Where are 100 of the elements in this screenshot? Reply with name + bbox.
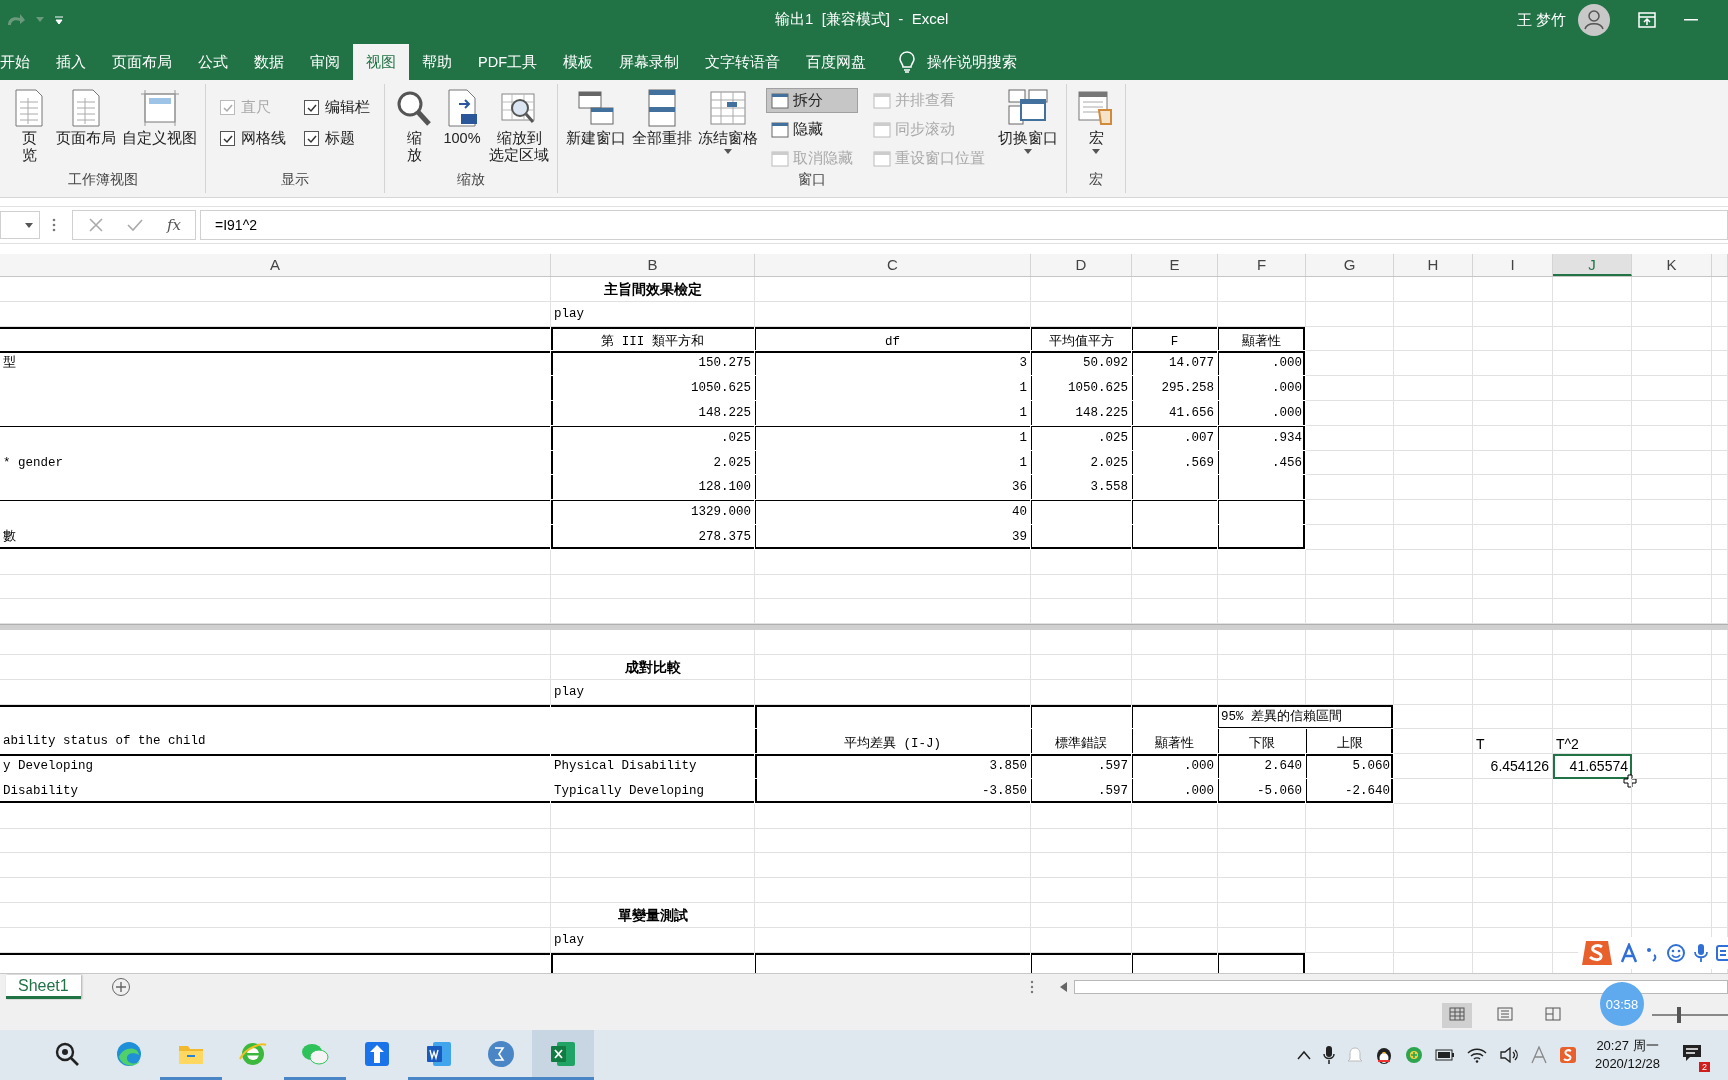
ribbon-button[interactable]: 新建窗口 bbox=[564, 88, 628, 148]
font-icon[interactable] bbox=[1530, 1046, 1547, 1064]
table-cell: 148.225 bbox=[1031, 401, 1132, 426]
ribbon-button[interactable]: 隐藏 bbox=[766, 117, 858, 142]
column-header[interactable]: G bbox=[1306, 254, 1394, 276]
speaker-icon[interactable] bbox=[1498, 1047, 1519, 1063]
ribbon-tab[interactable]: 开始 bbox=[0, 44, 43, 80]
column-header[interactable]: K bbox=[1632, 254, 1712, 276]
column-header[interactable]: E bbox=[1132, 254, 1218, 276]
ribbon-button[interactable]: 页 览 bbox=[6, 88, 52, 165]
checkbox[interactable] bbox=[304, 100, 319, 115]
scroll-left-icon[interactable] bbox=[1060, 982, 1068, 992]
ribbon-display-icon[interactable] bbox=[1638, 12, 1656, 28]
chevron-up-icon[interactable] bbox=[1296, 1050, 1311, 1060]
notification-icon[interactable] bbox=[1682, 1044, 1702, 1062]
table-cell: 2.025 bbox=[551, 450, 755, 476]
check-icon[interactable] bbox=[127, 218, 143, 232]
table-cell: -3.850 bbox=[755, 778, 1031, 804]
ribbon-tab[interactable]: 模板 bbox=[550, 44, 606, 80]
empty-cell bbox=[1712, 828, 1728, 854]
circle-app-icon bbox=[486, 1038, 516, 1069]
checkbox[interactable] bbox=[220, 131, 235, 146]
group-label: 窗口 bbox=[797, 171, 827, 189]
table-cell: 顯著性 bbox=[1218, 326, 1306, 352]
keyboard-icon[interactable] bbox=[1716, 943, 1728, 963]
formula-field[interactable]: =I91^2 bbox=[200, 210, 1728, 240]
table-cell: df bbox=[755, 326, 1031, 352]
font-icon[interactable] bbox=[1620, 943, 1638, 963]
caret-icon bbox=[25, 222, 33, 228]
ribbon-tab[interactable]: 页面布局 bbox=[99, 44, 185, 80]
tell-me-search[interactable]: 操作说明搜索 bbox=[893, 44, 1023, 80]
normal-view-button[interactable] bbox=[1442, 1002, 1472, 1028]
column-header[interactable]: A bbox=[0, 254, 551, 276]
table-cell: 標準錯誤 bbox=[1031, 729, 1132, 755]
ribbon-tab[interactable]: PDF工具 bbox=[465, 44, 550, 80]
column-header[interactable]: D bbox=[1031, 254, 1132, 276]
checkbox-label[interactable]: 编辑栏 bbox=[325, 98, 370, 117]
ribbon-tab[interactable]: 文字转语音 bbox=[692, 44, 793, 80]
add-sheet-icon[interactable] bbox=[110, 977, 131, 997]
ribbon-button[interactable]: 页面布局 bbox=[54, 88, 118, 148]
wifi-icon[interactable] bbox=[1466, 1047, 1487, 1063]
table-cell: .456 bbox=[1218, 450, 1306, 476]
ribbon-button[interactable]: 自定义视图 bbox=[120, 88, 199, 148]
grip-icon[interactable] bbox=[52, 218, 56, 232]
ribbon-button[interactable]: 冻结窗格 bbox=[696, 88, 760, 155]
table-title: 主旨間效果檢定 bbox=[551, 277, 755, 302]
sheet-tab[interactable]: Sheet1 bbox=[6, 975, 81, 999]
empty-cell bbox=[1712, 630, 1728, 655]
s-logo-icon[interactable] bbox=[1558, 1046, 1577, 1064]
ribbon-button[interactable]: 100% bbox=[439, 88, 485, 148]
table-cell: .000 bbox=[1132, 754, 1218, 779]
table-cell: 39 bbox=[755, 524, 1031, 550]
table-cell: 95% 差異的信賴區間 bbox=[1218, 704, 1394, 730]
ribbon-button[interactable]: 宏 bbox=[1073, 88, 1119, 155]
avatar-icon[interactable] bbox=[1578, 4, 1610, 36]
close-icon[interactable] bbox=[89, 218, 103, 232]
checkbox[interactable] bbox=[304, 131, 319, 146]
ribbon-button[interactable]: 全部重排 bbox=[630, 88, 694, 148]
customize-icon[interactable] bbox=[54, 15, 64, 25]
table-cell: 3.850 bbox=[755, 754, 1031, 779]
checkbox-label[interactable]: 网格线 bbox=[241, 129, 286, 148]
table-cell: .597 bbox=[1031, 778, 1132, 804]
page-break-icon bbox=[1545, 1006, 1561, 1021]
column-header[interactable]: C bbox=[755, 254, 1031, 276]
s-logo-icon[interactable] bbox=[1582, 939, 1612, 967]
ribbon-tab[interactable]: 百度网盘 bbox=[793, 44, 879, 80]
table-cell: Typically Developing bbox=[551, 778, 755, 804]
ribbon-tab[interactable]: 审阅 bbox=[297, 44, 353, 80]
ribbon-button[interactable]: 缩放到 选定区域 bbox=[487, 88, 551, 165]
column-header[interactable]: F bbox=[1218, 254, 1306, 276]
table-cell: -5.060 bbox=[1218, 778, 1306, 804]
ribbon-tab[interactable]: 视图 bbox=[353, 44, 409, 80]
mic-icon[interactable] bbox=[1322, 1045, 1335, 1065]
ribbon-tab[interactable]: 公式 bbox=[185, 44, 241, 80]
column-header[interactable]: H bbox=[1394, 254, 1473, 276]
table-cell: 40 bbox=[755, 500, 1031, 525]
empty-cell bbox=[1712, 778, 1728, 804]
ribbon-tab[interactable]: 插入 bbox=[43, 44, 99, 80]
insert-function-button[interactable]: fx bbox=[167, 216, 181, 234]
table-cell: F bbox=[1132, 326, 1218, 352]
ribbon-button[interactable]: 拆分 bbox=[766, 88, 858, 113]
battery-icon[interactable] bbox=[1434, 1049, 1455, 1061]
table-title: 成對比較 bbox=[551, 654, 755, 680]
checkbox-label[interactable]: 标题 bbox=[325, 129, 355, 148]
table-cell: play bbox=[551, 679, 755, 705]
ribbon-tab[interactable]: 数据 bbox=[241, 44, 297, 80]
penguin-icon[interactable] bbox=[1374, 1045, 1393, 1065]
user-name[interactable]: 王 梦竹 bbox=[1516, 10, 1566, 30]
clock[interactable]: 20:27 周一 2020/12/28 bbox=[1594, 1037, 1660, 1073]
smile-icon[interactable] bbox=[1666, 943, 1686, 963]
table-cell: .000 bbox=[1132, 778, 1218, 804]
minimize-icon[interactable] bbox=[1684, 18, 1698, 22]
ribbon-tab[interactable]: 屏幕录制 bbox=[606, 44, 692, 80]
ribbon-button[interactable]: 切换窗口 bbox=[996, 88, 1060, 155]
column-header[interactable]: B bbox=[551, 254, 755, 276]
grip-icon[interactable] bbox=[1030, 980, 1034, 994]
ribbon-tab[interactable]: 帮助 bbox=[409, 44, 465, 80]
ribbon-button[interactable]: 缩 放 bbox=[391, 88, 437, 165]
plus-circle-icon[interactable] bbox=[1404, 1046, 1423, 1064]
column-header[interactable]: J bbox=[1553, 254, 1632, 276]
